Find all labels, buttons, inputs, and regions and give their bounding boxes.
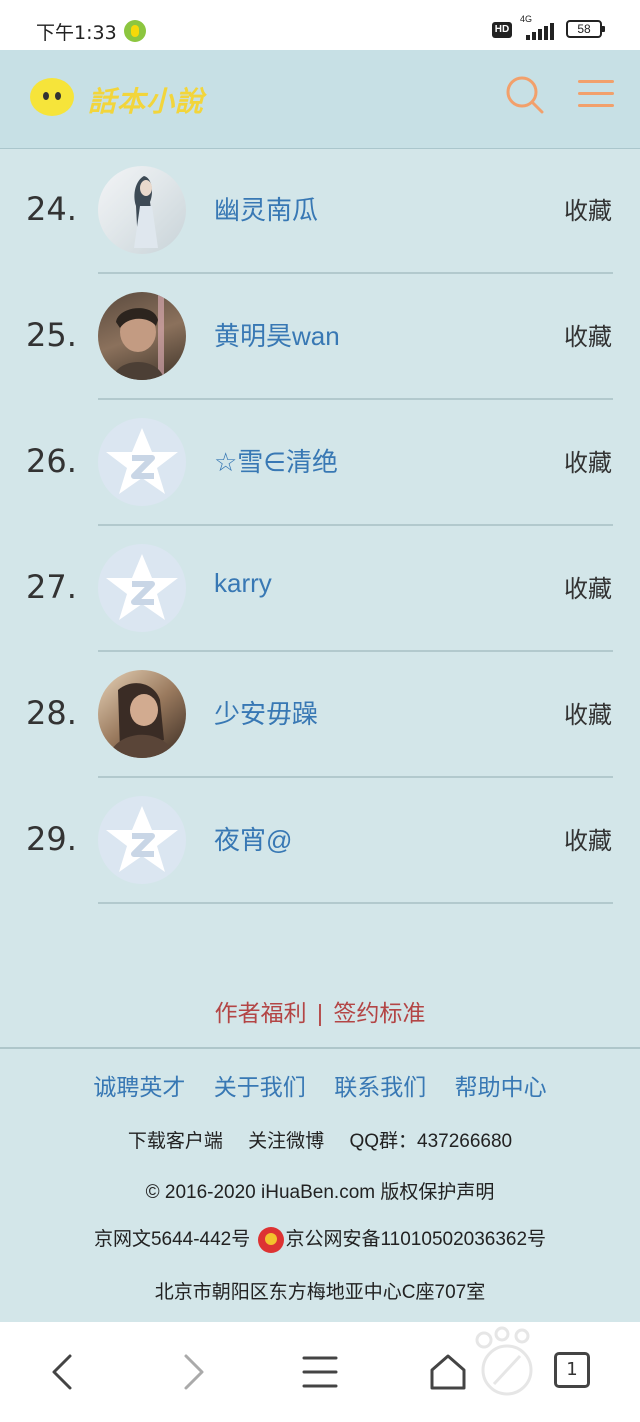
rank-number: 25. [26,316,77,354]
author-benefits-link[interactable]: 作者福利 [215,1000,307,1026]
favorite-button[interactable]: 收藏 [564,695,612,730]
about-link[interactable]: 关于我们 [214,1068,306,1102]
status-bar: 下午1:33 HD 4G 58 [0,0,640,50]
paw-watermark-icon [475,1326,533,1396]
default-avatar[interactable] [98,796,186,884]
company-address: 北京市朝阳区东方梅地亚中心C座707室 [154,1282,486,1303]
browser-bottom-bar: 1 [0,1322,640,1422]
user-name[interactable]: ☆雪∈清绝 [214,442,338,479]
rank-number: 24. [26,190,77,228]
default-avatar[interactable] [98,544,186,632]
list-item: 27. karry 收藏 [0,526,640,652]
list-item: 26. ☆雪∈清绝 收藏 [0,400,640,526]
police-record[interactable]: 京公网安备11010502036362号 [286,1229,547,1250]
favorite-button[interactable]: 收藏 [564,821,612,856]
qq-group-text: QQ群：437266680 [349,1131,513,1152]
favorite-button[interactable]: 收藏 [564,191,612,226]
status-time: 下午1:33 [36,22,117,44]
back-arrow-icon[interactable] [42,1350,86,1394]
list-item: 24. 幽灵南瓜 收藏 [0,148,640,274]
battery-icon: 58 [566,20,605,38]
author-links: 作者福利 | 签约标准 [0,994,640,1028]
favorite-button[interactable]: 收藏 [564,443,612,478]
avatar[interactable] [98,292,186,380]
copyright-link[interactable]: © 2016-2020 iHuaBen.com 版权保护声明 [146,1182,495,1203]
follow-weibo-link[interactable]: 关注微博 [248,1126,324,1153]
app-notification-icon [124,20,146,42]
footer-nav: 诚聘英才 关于我们 联系我们 帮助中心 [0,1068,640,1102]
help-link[interactable]: 帮助中心 [455,1068,547,1102]
menu-icon[interactable] [578,78,616,110]
license-line: 京网文5644-442号 京公网安备11010502036362号 [0,1224,640,1253]
icp-license[interactable]: 京网文5644-442号 [94,1229,250,1250]
favorite-button[interactable]: 收藏 [564,317,612,352]
contact-link[interactable]: 联系我们 [334,1068,426,1102]
qq-star-icon [106,428,178,494]
avatar[interactable] [98,670,186,758]
user-name[interactable]: 黄明昊wan [214,316,340,353]
address-text: 北京市朝阳区东方梅地亚中心C座707室 [0,1277,640,1304]
list-item: 25. 黄明昊wan 收藏 [0,274,640,400]
rank-number: 28. [26,694,77,732]
tabs-count-button[interactable]: 1 [554,1352,590,1388]
qq-star-icon [106,806,178,872]
search-icon[interactable] [504,74,544,114]
default-avatar[interactable] [98,418,186,506]
forward-arrow-icon[interactable] [170,1350,214,1394]
qq-star-icon [106,554,178,620]
logo-icon[interactable] [30,78,74,116]
user-name[interactable]: karry [214,568,272,599]
menu-lines-icon[interactable] [298,1350,342,1394]
favorite-button[interactable]: 收藏 [564,569,612,604]
footer-divider [0,1047,640,1049]
careers-link[interactable]: 诚聘英才 [93,1068,185,1102]
rank-number: 26. [26,442,77,480]
user-name[interactable]: 少安毋躁 [214,694,318,731]
list-item: 28. 少安毋躁 收藏 [0,652,640,778]
footer-social: 下载客户端 关注微博 QQ群：437266680 [0,1126,640,1153]
avatar[interactable] [98,166,186,254]
rank-number: 27. [26,568,77,606]
download-client-link[interactable]: 下载客户端 [128,1126,223,1153]
hd-icon: HD [492,22,512,38]
user-name[interactable]: 夜宵@ [214,820,292,857]
user-name[interactable]: 幽灵南瓜 [214,190,318,227]
police-badge-icon [257,1226,284,1253]
list-item: 29. 夜宵@ 收藏 [0,778,640,904]
logo-text[interactable]: 話本小說 [88,80,204,120]
link-separator: | [317,1000,323,1026]
home-icon[interactable] [426,1350,470,1394]
contract-standard-link[interactable]: 签约标准 [333,1000,425,1026]
rank-number: 29. [26,820,77,858]
copyright-text: © 2016-2020 iHuaBen.com 版权保护声明 [0,1177,640,1204]
row-divider [98,902,613,904]
signal-icon [526,22,556,40]
